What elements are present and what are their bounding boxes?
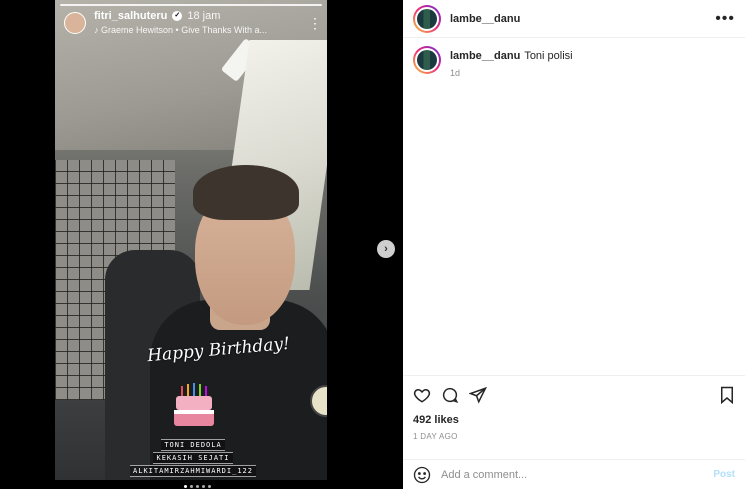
post-button[interactable]: Post xyxy=(713,469,735,480)
caption-avatar[interactable] xyxy=(413,46,441,74)
bookmark-icon[interactable] xyxy=(719,386,735,404)
story-header: fitri_salhuteru ✓ 18 jam ♪ Graeme Hewits… xyxy=(64,10,322,40)
story-caption: TONI DEDOLA KEKASIH SEJATI ALKITAMIRZAHM… xyxy=(108,438,278,478)
heart-icon[interactable] xyxy=(413,386,431,404)
story-music: ♪ Graeme Hewitson • Give Thanks With a..… xyxy=(94,25,268,35)
cake-icon xyxy=(174,383,214,426)
caption-text: Toni polisi xyxy=(524,50,573,62)
post-header: lambe__danu ••• xyxy=(403,0,745,38)
action-bar: 492 likes 1 DAY AGO xyxy=(403,375,745,451)
music-icon: ♪ xyxy=(94,25,102,35)
caption-comment: lambe__danu Toni polisi 1d xyxy=(413,46,735,78)
share-icon[interactable] xyxy=(469,386,487,404)
chevron-right-icon[interactable]: › xyxy=(377,240,395,258)
story-avatar xyxy=(64,12,86,34)
carousel-dots xyxy=(184,485,211,488)
emoji-icon[interactable] xyxy=(413,466,431,484)
comments-section: lambe__danu Toni polisi 1d xyxy=(403,38,745,375)
story-username: fitri_salhuteru xyxy=(94,10,168,22)
caption-username[interactable]: lambe__danu xyxy=(450,50,520,62)
story-progress-bar xyxy=(60,4,322,6)
caption-time: 1d xyxy=(450,68,461,78)
comment-icon[interactable] xyxy=(441,386,459,404)
comment-input[interactable] xyxy=(441,468,704,481)
verified-icon: ✓ xyxy=(172,11,183,21)
post-username[interactable]: lambe__danu xyxy=(450,13,715,25)
story-time: 18 jam xyxy=(187,10,221,22)
post-panel: lambe__danu ••• lambe__danu Toni polisi 1… xyxy=(403,0,745,489)
media-area: fitri_salhuteru ✓ 18 jam ♪ Graeme Hewits… xyxy=(0,0,403,489)
more-icon[interactable]: ••• xyxy=(715,10,735,28)
story-more-icon: ⋮ xyxy=(308,15,322,31)
add-comment-bar: Post xyxy=(403,459,745,489)
post-date: 1 DAY AGO xyxy=(413,432,458,441)
likes-count[interactable]: 492 likes xyxy=(413,414,735,426)
post-viewer: fitri_salhuteru ✓ 18 jam ♪ Graeme Hewits… xyxy=(0,0,745,489)
avatar[interactable] xyxy=(413,4,441,33)
